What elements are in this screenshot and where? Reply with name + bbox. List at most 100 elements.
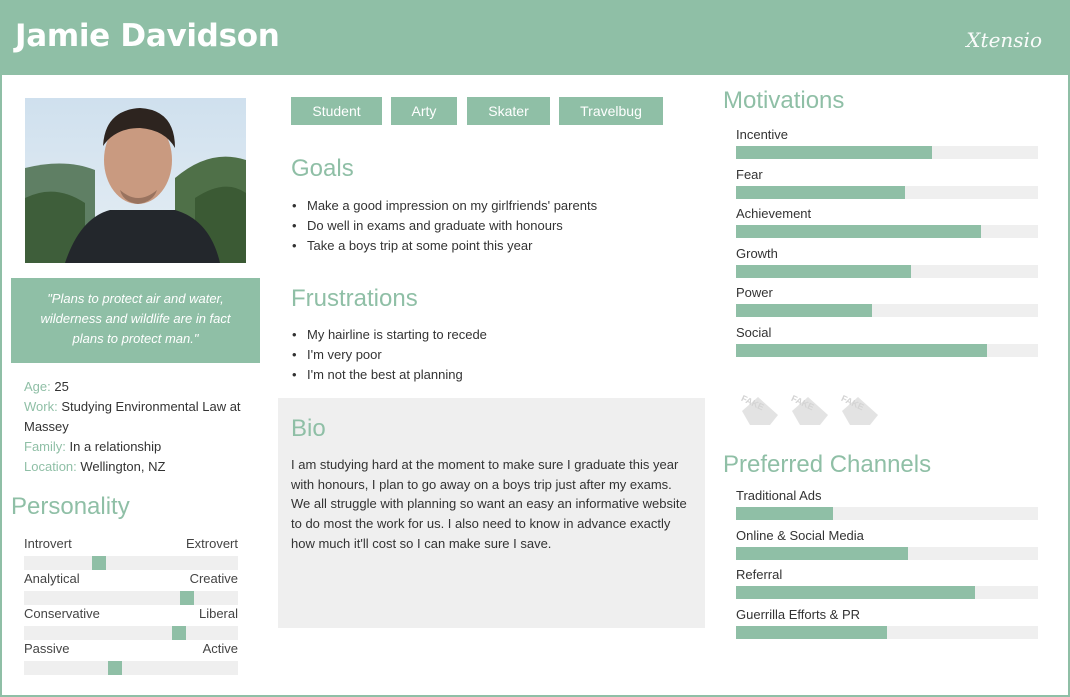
bar-track — [736, 546, 1038, 560]
channel-row: Guerrilla Efforts & PR — [736, 607, 1038, 647]
tag-skater[interactable]: Skater — [467, 97, 550, 125]
motivation-label: Fear — [736, 166, 763, 182]
tag-arty[interactable]: Arty — [391, 97, 457, 125]
bar-fill — [736, 625, 887, 639]
frustrations-title: Frustrations — [291, 285, 418, 312]
trait-knob[interactable] — [92, 556, 106, 570]
bar-track — [736, 304, 1038, 317]
trait-left-label: Conservative — [24, 606, 100, 621]
fact-location: Location: Wellington, NZ — [24, 457, 259, 477]
goals-title: Goals — [291, 155, 354, 182]
trait-knob[interactable] — [108, 661, 122, 675]
list-item: I'm very poor — [291, 345, 487, 365]
bar-track — [736, 343, 1038, 357]
bar-fill — [736, 225, 981, 238]
bio-title: Bio — [291, 415, 326, 442]
fact-work: Work: Studying Environmental Law at Mass… — [24, 397, 259, 437]
frustrations-list: My hairline is starting to recede I'm ve… — [291, 325, 487, 385]
personality-row: Conservative Liberal — [24, 606, 238, 641]
bar-track — [736, 586, 1038, 599]
trait-left-label: Analytical — [24, 571, 80, 586]
trait-track — [24, 591, 238, 605]
persona-name: Jamie Davidson — [15, 18, 280, 54]
trait-track — [24, 661, 238, 675]
list-item: Do well in exams and graduate with honou… — [291, 216, 597, 236]
fact-key: Work: — [24, 399, 58, 414]
fake-brand-logo-icon: FAKE — [790, 393, 828, 425]
bar-fill — [736, 546, 909, 560]
fact-value: In a relationship — [65, 439, 162, 454]
channels-title: Preferred Channels — [723, 451, 932, 478]
fact-value: 25 — [50, 379, 69, 394]
motivation-label: Growth — [736, 245, 778, 261]
goals-list: Make a good impression on my girlfriends… — [291, 196, 597, 256]
fake-brand-logo-icon: FAKE — [740, 393, 778, 425]
motivations-bars: Incentive Fear Achievement Growth Power … — [736, 127, 1038, 364]
bio-panel: Bio I am studying hard at the moment to … — [278, 398, 705, 628]
personality-title: Personality — [11, 493, 130, 520]
fact-age: Age: 25 — [24, 377, 259, 397]
persona-facts: Age: 25 Work: Studying Environmental Law… — [24, 377, 259, 477]
bar-fill — [736, 146, 933, 159]
trait-knob[interactable] — [180, 591, 194, 605]
trait-knob[interactable] — [172, 626, 186, 640]
channel-label: Online & Social Media — [736, 527, 864, 543]
fact-key: Location: — [24, 459, 77, 474]
personality-row: Analytical Creative — [24, 571, 238, 606]
channels-bars: Traditional Ads Online & Social Media Re… — [736, 488, 1038, 646]
personality-sliders: Introvert Extrovert Analytical Creative … — [24, 536, 238, 676]
bar-fill — [736, 507, 833, 520]
trait-left-label: Introvert — [24, 536, 72, 551]
motivation-row: Power — [736, 285, 1038, 325]
persona-photo — [25, 98, 246, 263]
header-bar: Jamie Davidson Xtensio — [0, 0, 1070, 75]
tag-student[interactable]: Student — [291, 97, 382, 125]
trait-right-label: Liberal — [198, 606, 238, 621]
motivation-label: Incentive — [736, 127, 789, 142]
motivation-row: Growth — [736, 246, 1038, 286]
bar-fill — [736, 264, 912, 278]
bar-track — [736, 225, 1038, 238]
bar-fill — [736, 304, 872, 317]
motivation-label: Achievement — [736, 206, 812, 221]
list-item: Make a good impression on my girlfriends… — [291, 196, 597, 216]
personality-row: Introvert Extrovert — [24, 536, 238, 571]
motivation-row: Fear — [736, 167, 1038, 207]
fact-family: Family: In a relationship — [24, 437, 259, 457]
channel-row: Traditional Ads — [736, 488, 1038, 528]
bar-track — [736, 264, 1038, 278]
fake-brand-logo-icon: FAKE — [840, 393, 878, 425]
motivation-row: Incentive — [736, 127, 1038, 167]
channel-label: Guerrilla Efforts & PR — [736, 606, 861, 622]
motivation-row: Social — [736, 325, 1038, 365]
trait-track — [24, 626, 238, 640]
channel-label: Traditional Ads — [736, 488, 822, 503]
fact-key: Family: — [24, 439, 66, 454]
bar-track — [736, 185, 1038, 199]
bar-fill — [736, 185, 906, 199]
channel-row: Referral — [736, 567, 1038, 607]
bar-fill — [736, 586, 975, 599]
bio-text: I am studying hard at the moment to make… — [291, 457, 687, 551]
channel-row: Online & Social Media — [736, 528, 1038, 568]
bar-fill — [736, 343, 987, 357]
personality-row: Passive Active — [24, 641, 238, 676]
channel-label: Referral — [736, 567, 783, 582]
fact-value: Wellington, NZ — [76, 459, 166, 474]
brand-logo[interactable]: Xtensio — [966, 28, 1042, 52]
tag-travelbug[interactable]: Travelbug — [559, 97, 663, 125]
bar-track — [736, 625, 1038, 639]
motivations-title: Motivations — [723, 87, 845, 114]
list-item: My hairline is starting to recede — [291, 325, 487, 345]
trait-right-label: Active — [202, 641, 238, 656]
bar-track — [736, 146, 1038, 159]
persona-quote: "Plans to protect air and water, wildern… — [11, 278, 260, 363]
trait-right-label: Extrovert — [185, 536, 238, 551]
list-item: I'm not the best at planning — [291, 365, 487, 385]
trait-left-label: Passive — [24, 641, 70, 656]
bar-track — [736, 507, 1038, 520]
list-item: Take a boys trip at some point this year — [291, 236, 597, 256]
trait-track — [24, 556, 238, 570]
motivation-label: Power — [736, 285, 773, 300]
fact-key: Age: — [24, 379, 51, 394]
